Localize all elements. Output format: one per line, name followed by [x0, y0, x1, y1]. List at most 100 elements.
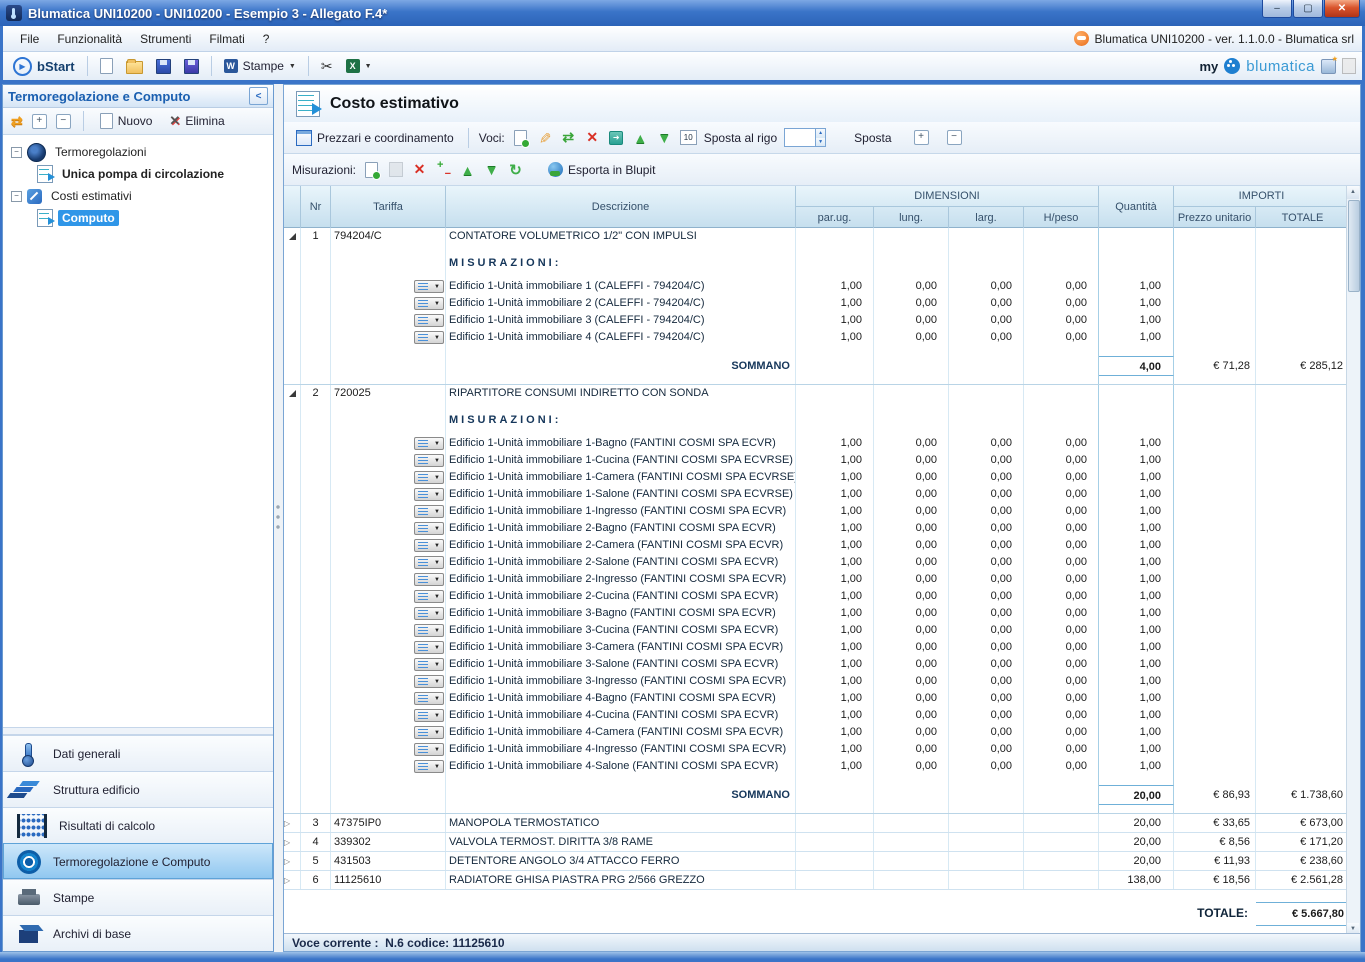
delete-measure-button[interactable]: ✕ [411, 161, 428, 178]
save-button[interactable] [152, 57, 175, 76]
spinner-arrows[interactable]: ▲▼ [815, 129, 825, 146]
collapsed-triangle-icon[interactable]: ▷ [284, 819, 290, 828]
collapsed-triangle-icon[interactable]: ▷ [284, 876, 290, 885]
sync-icon[interactable]: ⇄ [11, 113, 23, 130]
sidebar-item-dati-generali[interactable]: Dati generali [3, 735, 273, 771]
open-button[interactable] [122, 57, 147, 76]
menu-item-filmati[interactable]: Filmati [200, 28, 253, 50]
table-row[interactable]: ▷611125610RADIATORE GHISA PIASTRA PRG 2/… [284, 871, 1349, 890]
sidebar-item-stampe[interactable]: Stampe [3, 879, 273, 915]
measure-dropdown[interactable]: ▼ [414, 726, 444, 739]
collapse-all-icon[interactable]: − [56, 114, 71, 129]
add-voce-button[interactable] [512, 129, 529, 146]
menu-item-strumenti[interactable]: Strumenti [131, 28, 200, 50]
col-prezzo[interactable]: Prezzo unitario [1174, 207, 1256, 228]
measure-dropdown[interactable]: ▼ [414, 331, 444, 344]
add-measure-button[interactable] [363, 161, 380, 178]
sidebar-item-termoregolazione-e-computo[interactable]: Termoregolazione e Computo [3, 843, 273, 879]
collapsed-triangle-icon[interactable]: ▷ [284, 857, 290, 866]
bstart-button[interactable]: ▶ bStart [9, 55, 79, 78]
tree-node[interactable]: Computo [7, 207, 269, 229]
measure-dropdown[interactable]: ▼ [414, 590, 444, 603]
measure-dropdown[interactable]: ▼ [414, 658, 444, 671]
col-larg[interactable]: larg. [949, 207, 1024, 228]
spin-down-icon[interactable]: ▼ [816, 138, 825, 147]
edit-voce-button[interactable]: ✎ [536, 129, 553, 146]
maximize-button[interactable]: ▢ [1293, 0, 1323, 18]
duplicate-measure-button[interactable] [387, 161, 404, 178]
add-remove-button[interactable] [435, 161, 452, 178]
expand-all-icon[interactable]: + [32, 114, 47, 129]
sidebar-item-archivi-di-base[interactable]: Archivi di base [3, 915, 273, 951]
report-icon[interactable] [1342, 58, 1356, 74]
measure-dropdown[interactable]: ▼ [414, 280, 444, 293]
swap-voce-button[interactable]: ⇄ [560, 129, 577, 146]
sidebar-item-struttura-edificio[interactable]: Struttura edificio [3, 771, 273, 807]
table-row[interactable]: ▷4339302VALVOLA TERMOST. DIRITTA 3/8 RAM… [284, 833, 1349, 852]
sidebar-splitter[interactable] [3, 727, 273, 735]
col-lung[interactable]: lung. [874, 207, 949, 228]
measure-down-button[interactable]: ▼ [483, 161, 500, 178]
elimina-button[interactable]: ✕ Elimina [165, 111, 228, 131]
scroll-up-icon[interactable]: ▲ [1347, 186, 1359, 199]
vertical-scrollbar[interactable]: ▲ ▼ [1346, 186, 1360, 936]
menu-item-file[interactable]: File [11, 28, 48, 50]
menu-item-funzionalit[interactable]: Funzionalità [48, 28, 131, 50]
col-quantita[interactable]: Quantità [1099, 186, 1174, 228]
rigo-input[interactable] [785, 129, 815, 146]
esporta-blupit-button[interactable]: Esporta in Blupit [544, 160, 659, 179]
collapse-panel-button[interactable]: < [249, 87, 268, 105]
measure-dropdown[interactable]: ▼ [414, 607, 444, 620]
user-add-icon[interactable] [1321, 59, 1336, 74]
col-parug[interactable]: par.ug. [796, 207, 874, 228]
measure-dropdown[interactable]: ▼ [414, 675, 444, 688]
save-all-button[interactable] [180, 57, 203, 76]
measure-dropdown[interactable]: ▼ [414, 641, 444, 654]
goto-voce-button[interactable]: ➜ [608, 129, 625, 146]
tree-expander-icon[interactable]: − [11, 191, 22, 202]
refresh-button[interactable]: ↻ [507, 161, 524, 178]
measure-dropdown[interactable]: ▼ [414, 454, 444, 467]
table-row[interactable]: ▷5431503DETENTORE ANGOLO 3/4 ATTACCO FER… [284, 852, 1349, 871]
scrollbar-thumb[interactable] [1348, 200, 1360, 292]
measure-dropdown[interactable]: ▼ [414, 556, 444, 569]
prezzari-button[interactable]: Prezzari e coordinamento [292, 128, 458, 148]
col-nr[interactable]: Nr [301, 186, 331, 228]
stampe-button[interactable]: W Stampe ▼ [220, 57, 300, 75]
measure-dropdown[interactable]: ▼ [414, 471, 444, 484]
measure-dropdown[interactable]: ▼ [414, 505, 444, 518]
col-totale[interactable]: TOTALE [1256, 207, 1349, 228]
measure-dropdown[interactable]: ▼ [414, 539, 444, 552]
col-tariffa[interactable]: Tariffa [331, 186, 446, 228]
measure-dropdown[interactable]: ▼ [414, 624, 444, 637]
tree-expander-icon[interactable]: − [11, 147, 22, 158]
tree-node[interactable]: −Costi estimativi [7, 185, 269, 207]
col-hpeso[interactable]: H/peso [1024, 207, 1099, 228]
vertical-splitter[interactable] [274, 84, 283, 952]
measure-dropdown[interactable]: ▼ [414, 488, 444, 501]
expand-triangle-icon[interactable] [289, 390, 296, 397]
menu-item-[interactable]: ? [254, 28, 279, 50]
collapsed-triangle-icon[interactable]: ▷ [284, 838, 290, 847]
minimize-button[interactable]: – [1262, 0, 1292, 18]
expand-all-rows-icon[interactable]: + [914, 130, 929, 145]
measure-dropdown[interactable]: ▼ [414, 692, 444, 705]
measure-dropdown[interactable]: ▼ [414, 760, 444, 773]
sidebar-item-risultati-di-calcolo[interactable]: Risultati di calcolo [3, 807, 273, 843]
close-button[interactable]: ✕ [1324, 0, 1360, 18]
tools-button[interactable]: ✂ [317, 56, 337, 77]
move-down-button[interactable]: ▼ [656, 129, 673, 146]
measure-dropdown[interactable]: ▼ [414, 437, 444, 450]
sposta-button[interactable]: Sposta [854, 131, 891, 145]
measure-dropdown[interactable]: ▼ [414, 743, 444, 756]
measure-dropdown[interactable]: ▼ [414, 709, 444, 722]
measure-dropdown[interactable]: ▼ [414, 573, 444, 586]
expand-triangle-icon[interactable] [289, 233, 296, 240]
measure-dropdown[interactable]: ▼ [414, 522, 444, 535]
spin-up-icon[interactable]: ▲ [816, 129, 825, 138]
new-button[interactable] [96, 56, 117, 76]
move-up-button[interactable]: ▲ [632, 129, 649, 146]
table-row[interactable]: ▷347375IP0MANOPOLA TERMOSTATICO20,00€ 33… [284, 814, 1349, 833]
tree-node[interactable]: Unica pompa di circolazione [7, 163, 269, 185]
nuovo-button[interactable]: Nuovo [96, 111, 157, 131]
